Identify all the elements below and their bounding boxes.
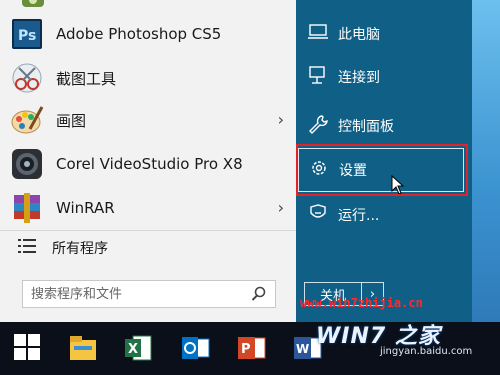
desktop-background — [472, 0, 500, 322]
run-icon — [308, 203, 328, 227]
svg-text:X: X — [128, 342, 138, 357]
watermark-url: www.win7zhijia.cn — [300, 296, 423, 310]
search-icon[interactable] — [251, 286, 267, 306]
app-item-photoshop[interactable]: Ps Adobe Photoshop CS5 — [10, 12, 294, 56]
outlook-icon[interactable] — [182, 334, 212, 364]
svg-text:Ps: Ps — [18, 28, 36, 44]
app-label: 画图 — [56, 111, 87, 130]
start-menu-programs-pane: Ps Adobe Photoshop CS5 截图工具 画图 › Corel V… — [0, 0, 296, 322]
winrar-icon — [10, 191, 44, 225]
snipping-tool-icon — [10, 61, 44, 95]
app-item-winrar[interactable]: WinRAR › — [10, 186, 294, 230]
computer-icon — [308, 23, 328, 45]
watermark-site: jingyan.baidu.com — [380, 346, 473, 357]
all-programs-label: 所有程序 — [52, 241, 108, 257]
svg-text:P: P — [241, 342, 251, 357]
right-item-label: 连接到 — [338, 70, 380, 86]
connect-icon — [308, 65, 328, 89]
excel-icon[interactable]: X — [125, 334, 155, 364]
divider — [0, 230, 296, 231]
right-item-run[interactable]: 运行... — [308, 198, 468, 232]
powerpoint-icon[interactable]: P — [238, 334, 268, 364]
all-programs-button[interactable]: 所有程序 — [18, 238, 108, 258]
right-item-this-pc[interactable]: 此电脑 — [308, 17, 468, 51]
app-label: Adobe Photoshop CS5 — [56, 25, 222, 43]
right-item-label: 此电脑 — [338, 27, 380, 43]
start-button[interactable] — [14, 334, 44, 364]
chevron-right-icon[interactable]: › — [278, 198, 284, 217]
svg-text:W: W — [296, 342, 309, 356]
list-icon — [18, 238, 36, 258]
photoshop-icon: Ps — [10, 17, 44, 51]
app-item-videostudio[interactable]: Corel VideoStudio Pro X8 — [10, 142, 294, 186]
chevron-right-icon[interactable]: › — [278, 110, 284, 129]
app-label: Corel VideoStudio Pro X8 — [56, 155, 243, 173]
right-item-control-panel[interactable]: 控制面板 — [308, 109, 468, 143]
right-item-label: 运行... — [338, 208, 380, 224]
file-explorer-icon[interactable] — [68, 334, 98, 364]
paint-icon — [10, 103, 44, 137]
app-item-paint[interactable]: 画图 › — [10, 98, 294, 142]
wrench-icon — [308, 114, 328, 138]
highlight-box — [296, 144, 468, 196]
app-item-snipping-tool[interactable]: 截图工具 — [10, 56, 294, 100]
app-label: WinRAR — [56, 199, 115, 217]
search-input[interactable] — [23, 285, 243, 303]
right-item-connect-to[interactable]: 连接到 — [308, 60, 468, 94]
app-label: 截图工具 — [56, 69, 117, 88]
videostudio-icon — [10, 147, 44, 181]
right-item-label: 控制面板 — [338, 119, 394, 135]
search-box[interactable] — [22, 280, 276, 308]
